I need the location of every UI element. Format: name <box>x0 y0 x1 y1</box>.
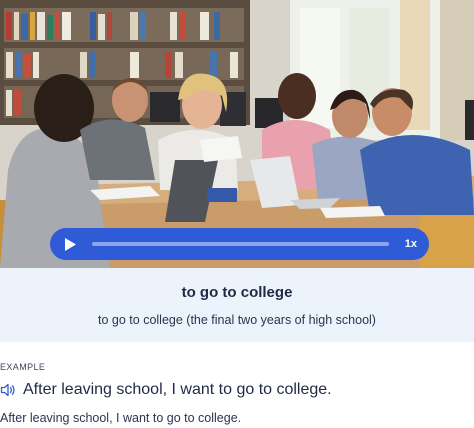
play-button[interactable] <box>62 236 78 252</box>
example-sentence: After leaving school, I want to go to co… <box>23 381 332 398</box>
term-card <box>0 268 474 342</box>
speaker-icon[interactable] <box>0 382 16 398</box>
example-section-label: EXAMPLE <box>0 362 46 372</box>
audio-player: 1x <box>50 228 429 260</box>
playback-speed-button[interactable]: 1x <box>405 238 417 250</box>
term-definition: to go to college (the final two years of… <box>98 313 376 327</box>
audio-progress-track[interactable] <box>92 242 389 246</box>
example-translation: After leaving school, I want to go to co… <box>0 411 242 425</box>
example-row: After leaving school, I want to go to co… <box>0 381 332 399</box>
vocabulary-card: 1x to go to college to go to college (th… <box>0 0 474 428</box>
play-icon <box>65 237 76 251</box>
term-title: to go to college <box>181 284 293 301</box>
